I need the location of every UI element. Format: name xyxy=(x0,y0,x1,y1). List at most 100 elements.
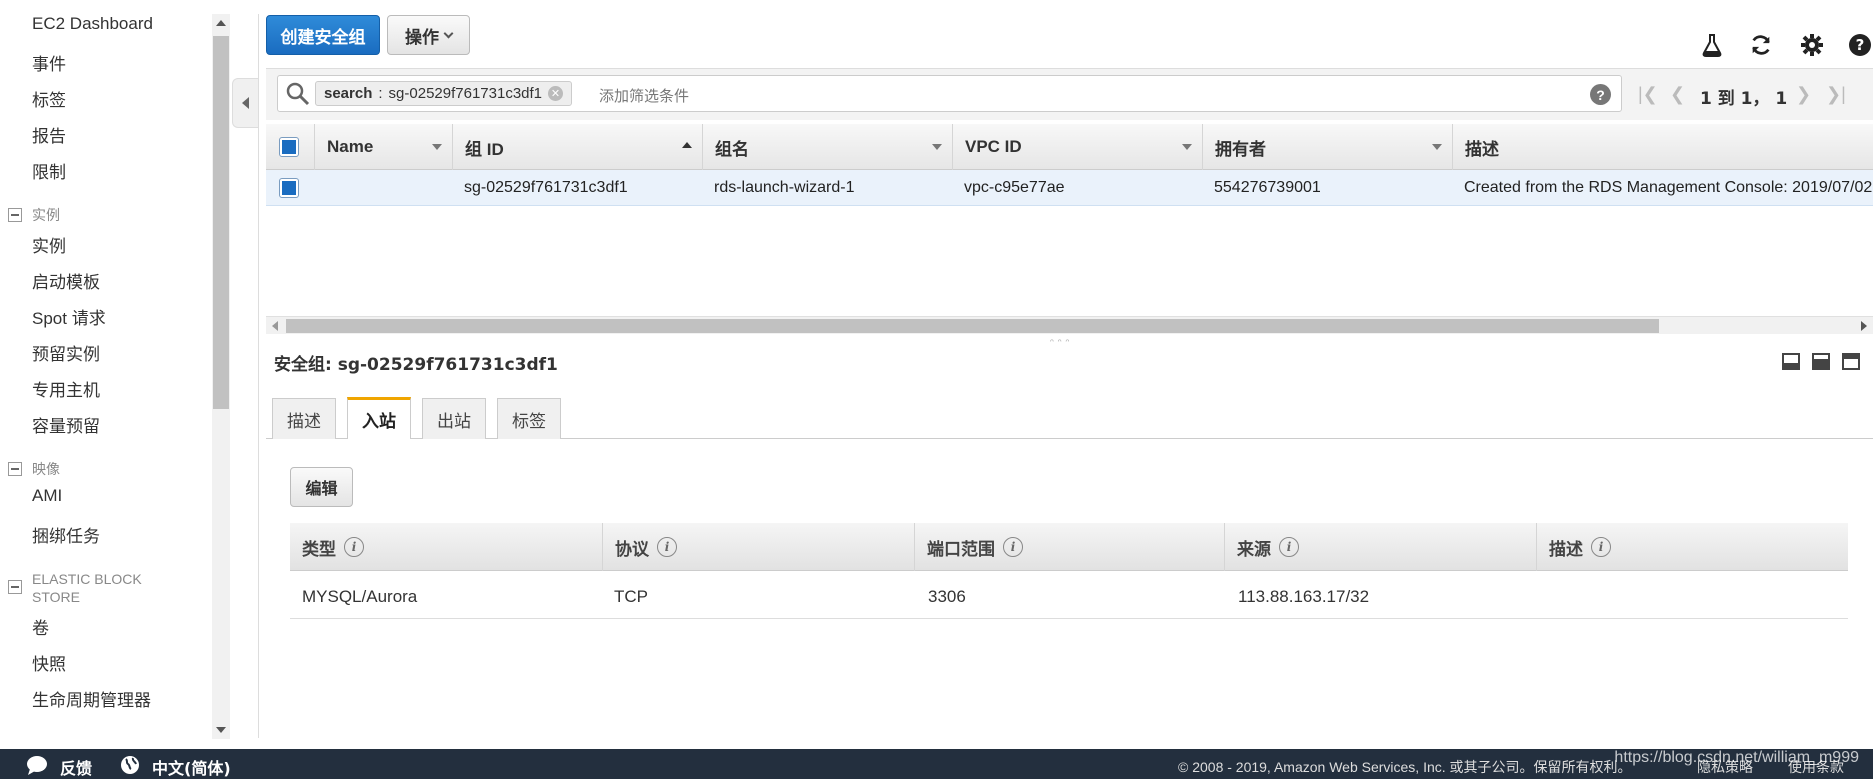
sidebar-divider xyxy=(258,14,259,738)
grid-header: Name 组 ID 组名 VPC ID 拥有者 描述 xyxy=(266,124,1873,170)
sort-icon xyxy=(1432,144,1442,150)
col-vpc-id[interactable]: VPC ID xyxy=(952,124,1202,170)
help-icon[interactable]: ? xyxy=(1590,84,1611,105)
pane-medium-icon[interactable] xyxy=(1812,353,1830,370)
sidebar-item-events[interactable]: 事件 xyxy=(32,50,66,75)
rules-col-source: 来源 i xyxy=(1224,523,1536,571)
tab-inbound[interactable]: 入站 xyxy=(347,397,411,439)
info-icon[interactable]: i xyxy=(1003,537,1023,557)
sidebar-item-snapshots[interactable]: 快照 xyxy=(32,650,66,675)
flask-icon[interactable] xyxy=(1700,33,1724,57)
cell-description: Created from the RDS Management Console:… xyxy=(1464,179,1873,196)
search-placeholder: 添加筛选条件 xyxy=(599,88,690,105)
sidebar-item-capacity-reservations[interactable]: 容量预留 xyxy=(32,412,100,437)
cell-group-name: rds-launch-wizard-1 xyxy=(714,179,855,196)
scrollbar-thumb[interactable] xyxy=(213,36,229,409)
last-page-icon[interactable]: ❯| xyxy=(1826,84,1846,105)
sidebar-item-reserved-instances[interactable]: 预留实例 xyxy=(32,340,100,365)
grid-horizontal-scrollbar[interactable] xyxy=(266,316,1873,334)
info-icon[interactable]: i xyxy=(657,537,677,557)
refresh-icon[interactable] xyxy=(1749,33,1773,57)
collapse-icon[interactable] xyxy=(8,208,22,222)
create-security-group-button[interactable]: 创建安全组 xyxy=(266,15,380,55)
search-input[interactable]: search: sg-02529f761731c3df1 ✕ 添加筛选条件 ? xyxy=(277,75,1622,112)
collapse-icon[interactable] xyxy=(8,580,22,594)
row-checkbox[interactable] xyxy=(279,178,299,198)
table-row[interactable]: sg-02529f761731c3df1 rds-launch-wizard-1… xyxy=(266,170,1873,206)
rules-header: 类型 i 协议 i 端口范围 i 来源 i 描述 i xyxy=(290,523,1848,571)
help-icon[interactable]: ? xyxy=(1848,33,1872,57)
sort-icon xyxy=(1182,144,1192,150)
sidebar-item-dedicated-hosts[interactable]: 专用主机 xyxy=(32,376,100,401)
sort-icon xyxy=(432,144,442,150)
watermark-text: https://blog.csdn.net/william_m999 xyxy=(1614,749,1859,766)
sidebar-section-images[interactable]: 映像 xyxy=(8,460,60,478)
col-group-id[interactable]: 组 ID xyxy=(452,124,702,170)
feedback-link[interactable]: 反馈 xyxy=(60,755,92,779)
filter-token[interactable]: search: sg-02529f761731c3df1 ✕ xyxy=(315,81,573,106)
language-selector[interactable]: 中文(简体) xyxy=(152,755,231,779)
chevron-left-icon xyxy=(242,97,249,109)
col-group-name[interactable]: 组名 xyxy=(702,124,952,170)
info-icon[interactable]: i xyxy=(1279,537,1299,557)
sidebar-item-reports[interactable]: 报告 xyxy=(32,122,66,147)
info-icon[interactable]: i xyxy=(344,537,364,557)
sidebar-item-limits[interactable]: 限制 xyxy=(32,158,66,183)
scroll-right-icon[interactable] xyxy=(1861,321,1867,331)
scrollbar-thumb[interactable] xyxy=(286,319,1659,333)
sidebar-item-instances[interactable]: 实例 xyxy=(32,232,66,257)
split-resize-handle[interactable]: ᵔᵔᵔ xyxy=(1050,338,1073,349)
sidebar-item-lifecycle-manager[interactable]: 生命周期管理器 xyxy=(32,686,151,711)
edit-button[interactable]: 编辑 xyxy=(290,467,353,507)
footer: 反馈 中文(简体) © 2008 - 2019, Amazon Web Serv… xyxy=(0,749,1873,779)
sort-icon xyxy=(932,144,942,150)
gear-icon[interactable] xyxy=(1800,33,1824,57)
col-owner[interactable]: 拥有者 xyxy=(1202,124,1452,170)
pane-small-icon[interactable] xyxy=(1782,353,1800,370)
sidebar-item-volumes[interactable]: 卷 xyxy=(32,614,49,639)
actions-label: 操作 xyxy=(405,27,439,48)
sidebar-section-ebs[interactable]: ELASTIC BLOCK STORE xyxy=(8,570,168,606)
sort-asc-icon xyxy=(682,142,692,148)
sidebar-collapse-button[interactable] xyxy=(232,78,258,128)
sidebar-item-spot-requests[interactable]: Spot 请求 xyxy=(32,304,106,329)
select-all-checkbox[interactable] xyxy=(279,137,299,157)
sidebar-scrollbar[interactable] xyxy=(212,14,230,739)
tab-tags[interactable]: 标签 xyxy=(497,398,561,439)
sidebar-section-instances[interactable]: 实例 xyxy=(8,206,60,224)
actions-button[interactable]: 操作 xyxy=(387,15,470,55)
search-icon xyxy=(286,82,310,111)
cell-owner: 554276739001 xyxy=(1214,179,1321,196)
tab-outbound[interactable]: 出站 xyxy=(422,398,486,439)
col-description[interactable]: 描述 xyxy=(1452,124,1873,170)
col-name[interactable]: Name xyxy=(314,124,452,170)
scroll-down-icon[interactable] xyxy=(216,727,226,733)
scroll-left-icon[interactable] xyxy=(272,321,278,331)
tab-description[interactable]: 描述 xyxy=(272,398,336,439)
next-page-icon[interactable]: ❯ xyxy=(1796,84,1811,105)
close-icon[interactable]: ✕ xyxy=(548,86,564,101)
rules-col-port-range: 端口范围 i xyxy=(914,523,1224,571)
cell-group-id: sg-02529f761731c3df1 xyxy=(464,179,628,196)
rule-type: MYSQL/Aurora xyxy=(302,587,418,606)
feedback-icon[interactable] xyxy=(26,755,48,780)
chevron-down-icon xyxy=(443,28,454,38)
detail-title: 安全组: sg-02529f761731c3df1 xyxy=(274,355,558,375)
table-row: MYSQL/Aurora TCP 3306 113.88.163.17/32 xyxy=(290,575,1848,619)
scroll-up-icon[interactable] xyxy=(216,20,226,26)
sidebar-item-ami[interactable]: AMI xyxy=(32,486,62,506)
sidebar-item-launch-templates[interactable]: 启动模板 xyxy=(32,268,100,293)
info-icon[interactable]: i xyxy=(1591,537,1611,557)
sidebar-item-tags[interactable]: 标签 xyxy=(32,86,66,111)
rule-source: 113.88.163.17/32 xyxy=(1238,587,1370,606)
filter-token-value: sg-02529f761731c3df1 xyxy=(388,85,543,102)
pane-large-icon[interactable] xyxy=(1842,353,1860,370)
collapse-icon[interactable] xyxy=(8,462,22,476)
sidebar: EC2 Dashboard 事件 标签 报告 限制 实例 实例 启动模板 Spo… xyxy=(0,0,212,749)
first-page-icon[interactable]: |❮ xyxy=(1638,84,1658,105)
rules-col-description: 描述 i xyxy=(1536,523,1848,571)
sidebar-item-ec2-dashboard[interactable]: EC2 Dashboard xyxy=(32,14,153,34)
cell-name xyxy=(326,170,452,206)
prev-page-icon[interactable]: ❮ xyxy=(1670,84,1685,105)
sidebar-item-bundle-tasks[interactable]: 捆绑任务 xyxy=(32,522,100,547)
